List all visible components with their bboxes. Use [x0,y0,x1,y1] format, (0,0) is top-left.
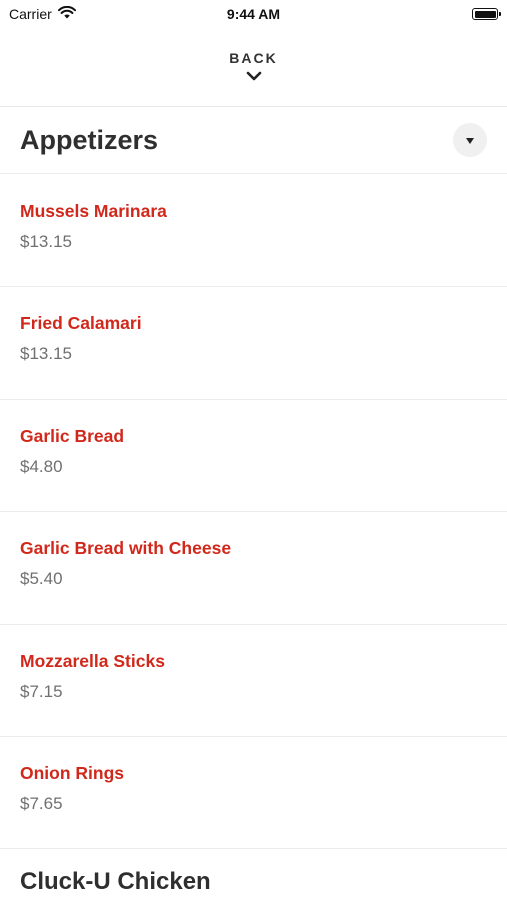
menu-item-price: $13.15 [20,232,72,251]
menu-item-name: Garlic Bread [20,425,125,446]
menu-item-name: Onion Rings [20,762,125,783]
menu-item-name: Mozzarella Sticks [20,650,165,671]
wifi-icon [57,5,76,22]
battery-icon [472,8,501,20]
status-left: Carrier [9,5,76,22]
status-time: 9:44 AM [226,6,281,22]
menu-item-price: $13.15 [20,344,72,364]
triangle-down-icon [466,131,474,149]
menu-item-price: $7.15 [20,681,63,701]
menu-item-name: Garlic Bread with Cheese [20,538,232,559]
menu-item-price: $4.80 [20,456,63,476]
menu-item[interactable]: Garlic Bread with Cheese $5.40 [0,512,507,625]
section-title: Appetizers [20,124,159,155]
menu-item-price: $5.40 [20,569,63,589]
next-section-title[interactable]: Cluck-U Chicken [20,868,211,896]
menu-item[interactable]: Onion Rings $7.65 [0,737,507,850]
menu-item-price: $7.65 [20,793,63,813]
status-bar: Carrier 9:44 AM [0,0,507,28]
chevron-down-icon [246,68,262,86]
menu-item[interactable]: Mozzarella Sticks $7.15 [0,625,507,737]
menu-item[interactable]: Garlic Bread $4.80 [0,400,507,513]
back-label: BACK [229,50,278,66]
menu-item[interactable]: Mussels Marinara $13.15 [0,175,507,288]
menu-item-name: Mussels Marinara [20,201,167,221]
carrier-label: Carrier [9,6,52,22]
section-toggle-button[interactable] [453,123,487,157]
back-button[interactable]: BACK [0,44,507,106]
menu-item-list: Mussels Marinara $13.15 Fried Calamari $… [0,175,507,850]
section-header[interactable]: Appetizers [0,107,507,174]
menu-item-name: Fried Calamari [20,313,142,334]
menu-item[interactable]: Fried Calamari $13.15 [0,287,507,400]
